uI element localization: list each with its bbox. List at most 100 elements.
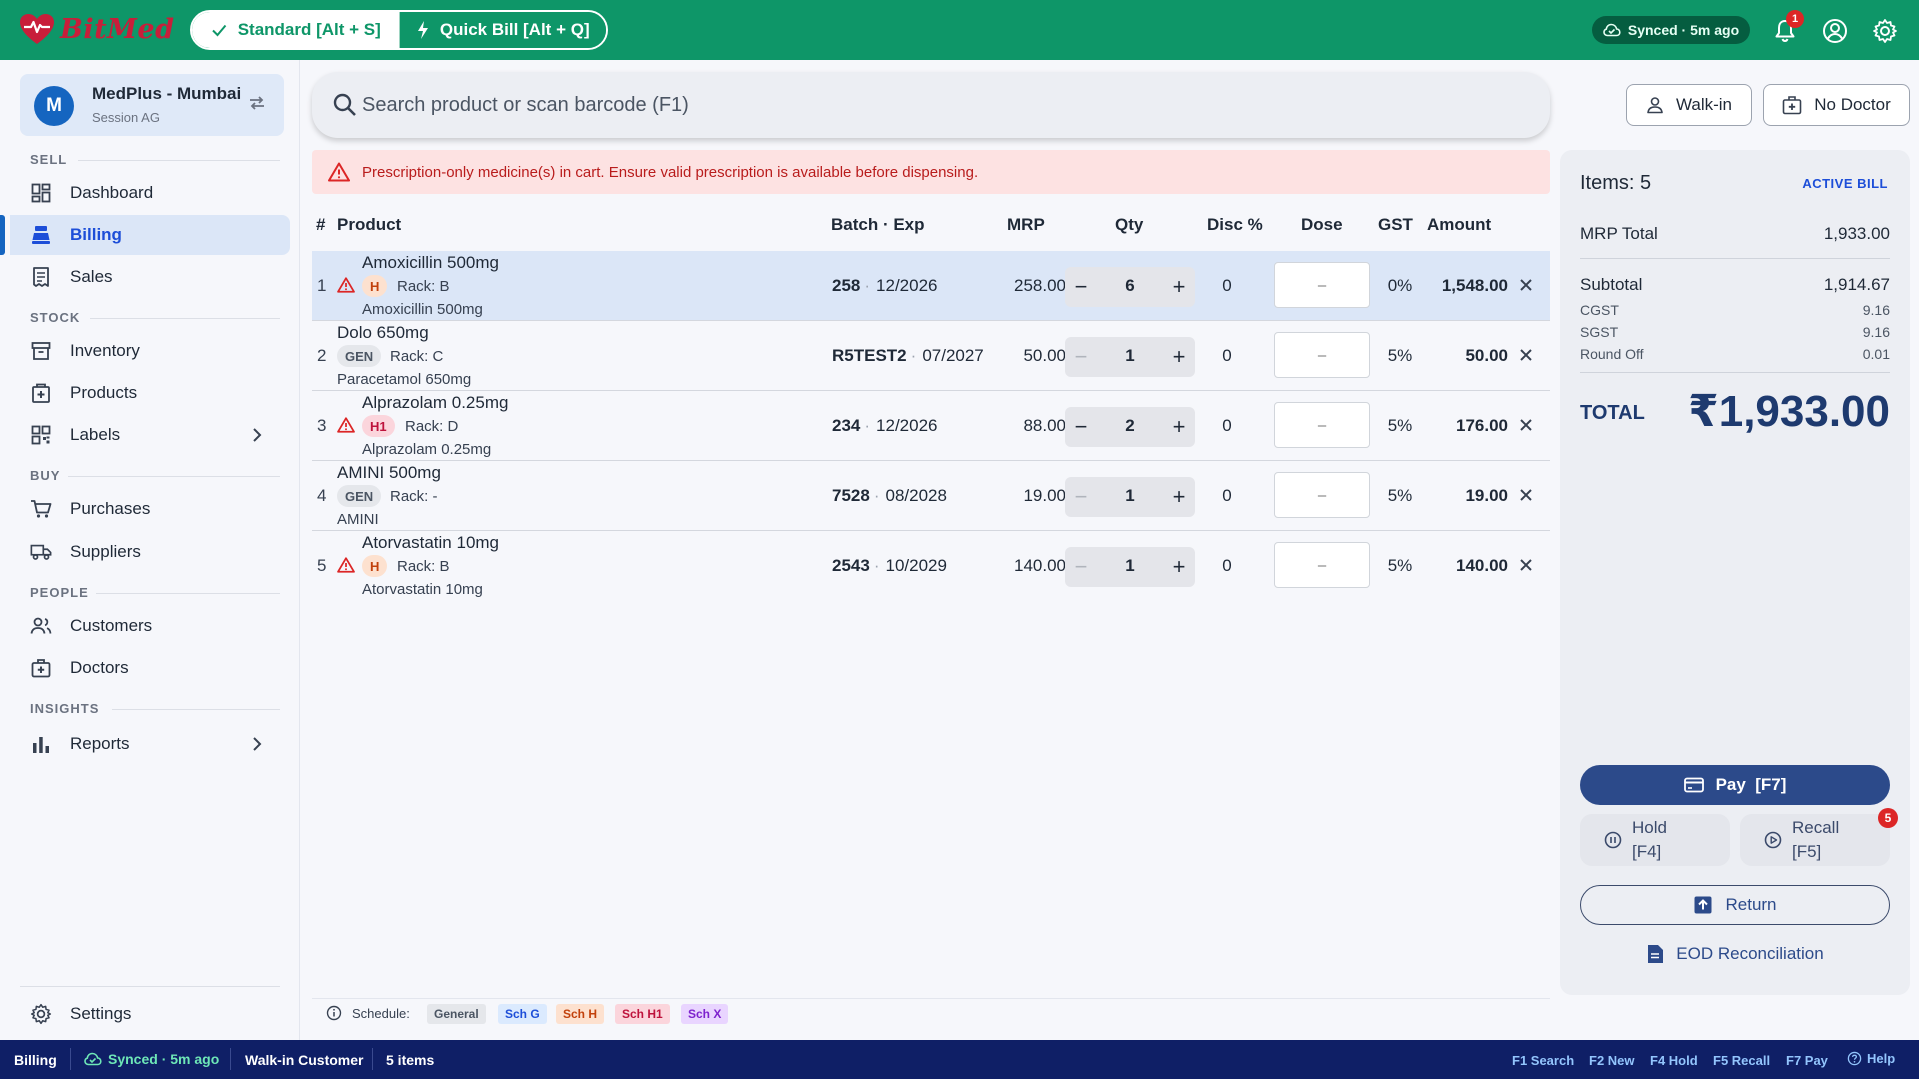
sidebar-item-dashboard[interactable]: Dashboard bbox=[10, 173, 290, 213]
help-link[interactable]: Help bbox=[1847, 1051, 1895, 1066]
hold-label-line1: Hold bbox=[1632, 818, 1667, 837]
increase-quantity-button[interactable]: + bbox=[1163, 407, 1195, 447]
discount-value[interactable]: 0 bbox=[1212, 556, 1242, 576]
hold-bill-button[interactable]: Hold [F4] bbox=[1580, 814, 1730, 866]
section-divider bbox=[90, 318, 280, 319]
mrp-value: 88.00 bbox=[1023, 416, 1066, 435]
sidebar-item-label: Dashboard bbox=[70, 183, 154, 202]
dose-input[interactable] bbox=[1274, 472, 1370, 518]
return-label: Return bbox=[1725, 895, 1777, 914]
increase-quantity-button[interactable]: + bbox=[1163, 477, 1195, 517]
status-bar: Billing Synced · 5m ago Walk-in Customer… bbox=[0, 1040, 1919, 1079]
close-icon[interactable] bbox=[1516, 275, 1536, 295]
quantity-value[interactable]: 6 bbox=[1097, 276, 1163, 296]
discount-value[interactable]: 0 bbox=[1212, 416, 1242, 436]
return-button[interactable]: Return bbox=[1580, 885, 1890, 925]
increase-quantity-button[interactable]: + bbox=[1163, 267, 1195, 307]
sidebar-item-suppliers[interactable]: Suppliers bbox=[10, 532, 290, 572]
sidebar-item-label: Reports bbox=[70, 734, 130, 753]
decrease-quantity-button[interactable]: − bbox=[1065, 407, 1097, 447]
walk-in-customer-button[interactable]: Walk-in bbox=[1626, 84, 1752, 126]
sidebar-item-sales[interactable]: Sales bbox=[10, 257, 290, 297]
increase-quantity-button[interactable]: + bbox=[1163, 547, 1195, 587]
sidebar-item-products[interactable]: Products bbox=[10, 373, 290, 413]
mrp-value: 140.00 bbox=[1014, 556, 1066, 575]
dose-input[interactable] bbox=[1274, 402, 1370, 448]
billing-mode-switch: Standard [Alt + S] Quick Bill [Alt + Q] bbox=[190, 10, 608, 50]
sidebar-item-inventory[interactable]: Inventory bbox=[10, 331, 290, 371]
column-header-number: # bbox=[316, 215, 326, 234]
table-row[interactable]: 3 Alprazolam 0.25mg H1 Rack: D Alprazola… bbox=[312, 391, 1550, 461]
decrease-quantity-button[interactable]: − bbox=[1065, 547, 1097, 587]
pay-button[interactable]: Pay [F7] bbox=[1580, 765, 1890, 805]
column-header-discount: Disc % bbox=[1207, 215, 1263, 234]
eod-reconciliation-button[interactable]: EOD Reconciliation bbox=[1580, 936, 1890, 972]
quantity-value[interactable]: 1 bbox=[1097, 486, 1163, 506]
account-button[interactable] bbox=[1820, 16, 1850, 46]
dose-input[interactable] bbox=[1274, 542, 1370, 588]
row-number: 3 bbox=[317, 416, 327, 435]
credit-card-icon bbox=[1683, 777, 1704, 793]
discount-value[interactable]: 0 bbox=[1212, 486, 1242, 506]
section-divider bbox=[96, 593, 280, 594]
quantity-value[interactable]: 1 bbox=[1097, 346, 1163, 366]
shortcut-new[interactable]: F2 New bbox=[1589, 1053, 1635, 1068]
subtotal-label: Subtotal bbox=[1580, 275, 1643, 294]
decrease-quantity-button[interactable]: − bbox=[1065, 267, 1097, 307]
discount-value[interactable]: 0 bbox=[1212, 346, 1242, 366]
sidebar-item-settings[interactable]: Settings bbox=[10, 994, 290, 1034]
sidebar-item-labels[interactable]: Labels bbox=[10, 415, 290, 455]
recall-label-shortcut: [F5] bbox=[1792, 842, 1822, 861]
medical-bag-icon bbox=[30, 657, 52, 679]
recall-bill-button[interactable]: Recall [F5] 5 bbox=[1740, 808, 1898, 866]
line-amount: 140.00 bbox=[1456, 556, 1508, 575]
close-icon[interactable] bbox=[1516, 485, 1536, 505]
generic-name: AMINI bbox=[337, 511, 379, 528]
qr-code-icon bbox=[30, 424, 52, 446]
product-search bbox=[312, 72, 1550, 138]
dose-input[interactable] bbox=[1274, 262, 1370, 308]
shortcut-search[interactable]: F1 Search bbox=[1512, 1053, 1574, 1068]
held-bills-count-badge: 5 bbox=[1878, 808, 1898, 828]
notification-count-badge: 1 bbox=[1786, 10, 1804, 28]
table-row[interactable]: 4 AMINI 500mg GEN Rack: - AMINI 7528 · 08/… bbox=[312, 461, 1550, 531]
dashboard-icon bbox=[30, 182, 52, 204]
sidebar-item-reports[interactable]: Reports bbox=[10, 724, 290, 764]
table-row[interactable]: 2 Dolo 650mg GEN Rack: C Paracetamol 650… bbox=[312, 321, 1550, 391]
shortcut-pay[interactable]: F7 Pay bbox=[1786, 1053, 1828, 1068]
shortcut-hold[interactable]: F4 Hold bbox=[1650, 1053, 1698, 1068]
search-input[interactable] bbox=[362, 86, 1522, 124]
close-icon[interactable] bbox=[1516, 415, 1536, 435]
decrease-quantity-button[interactable]: − bbox=[1065, 477, 1097, 517]
close-icon[interactable] bbox=[1516, 345, 1536, 365]
quantity-value[interactable]: 1 bbox=[1097, 556, 1163, 576]
sidebar-item-doctors[interactable]: Doctors bbox=[10, 648, 290, 688]
mrp-value: 258.00 bbox=[1014, 276, 1066, 295]
sidebar-item-billing[interactable]: Billing bbox=[0, 215, 290, 255]
return-box-icon bbox=[1693, 895, 1713, 915]
schedule-badge: H1 bbox=[362, 415, 395, 437]
decrease-quantity-button[interactable]: − bbox=[1065, 337, 1097, 377]
recall-label-line1: Recall bbox=[1792, 818, 1840, 837]
quantity-value[interactable]: 2 bbox=[1097, 416, 1163, 436]
table-row[interactable]: 1 Amoxicillin 500mg H Rack: B Amoxicilli… bbox=[312, 251, 1550, 321]
sync-status-text: Synced · 5m ago bbox=[1627, 22, 1740, 38]
discount-value[interactable]: 0 bbox=[1212, 276, 1242, 296]
summary-divider bbox=[1580, 258, 1890, 259]
increase-quantity-button[interactable]: + bbox=[1163, 337, 1195, 377]
sync-status-pill[interactable]: Synced · 5m ago bbox=[1592, 16, 1750, 44]
notifications-button[interactable]: 1 bbox=[1770, 10, 1804, 46]
sidebar-item-purchases[interactable]: Purchases bbox=[10, 489, 290, 529]
settings-button[interactable] bbox=[1870, 16, 1900, 46]
table-row[interactable]: 5 Atorvastatin 10mg H Rack: B Atorvastat… bbox=[312, 531, 1550, 601]
dose-input[interactable] bbox=[1274, 332, 1370, 378]
quick-bill-mode-button[interactable]: Quick Bill [Alt + Q] bbox=[398, 12, 606, 48]
shortcut-recall[interactable]: F5 Recall bbox=[1713, 1053, 1770, 1068]
store-switcher[interactable]: M MedPlus - Mumbai Session AG bbox=[20, 74, 284, 136]
sidebar-item-customers[interactable]: Customers bbox=[10, 606, 290, 646]
line-amount: 1,548.00 bbox=[1441, 276, 1508, 295]
select-doctor-button[interactable]: No Doctor bbox=[1763, 84, 1910, 126]
close-icon[interactable] bbox=[1516, 555, 1536, 575]
brand-logo[interactable]: BitMed bbox=[18, 12, 175, 46]
standard-mode-button[interactable]: Standard [Alt + S] bbox=[192, 12, 399, 48]
